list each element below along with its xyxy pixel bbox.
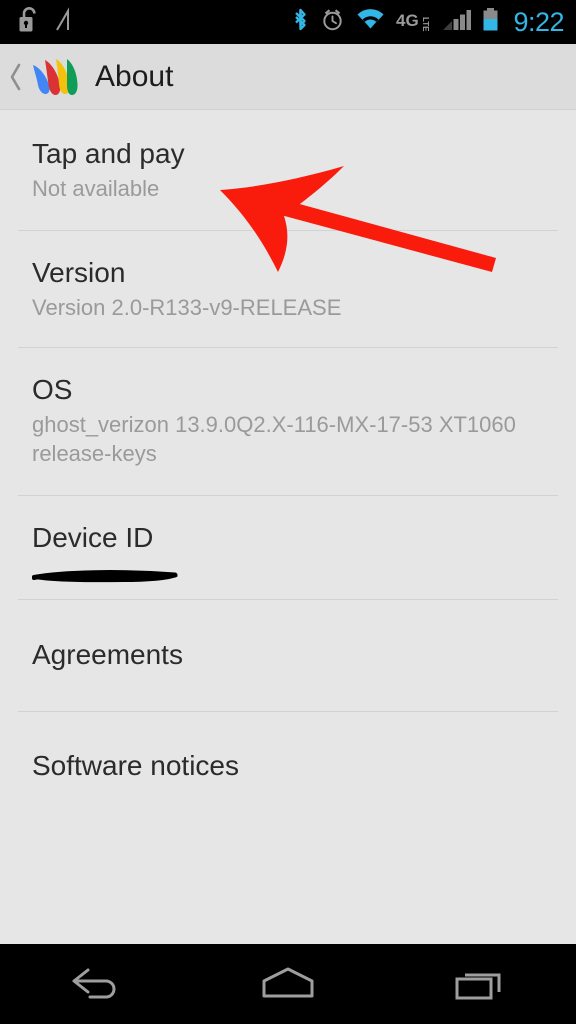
slash-indicator-icon (54, 6, 78, 38)
status-bar-clock: 9:22 (513, 6, 564, 37)
list-item-title: Agreements (32, 639, 183, 671)
list-item-device-id[interactable]: Device ID (0, 496, 576, 599)
list-item-title: Device ID (32, 521, 154, 553)
list-item-title: Software notices (32, 749, 239, 781)
bluetooth-icon (292, 7, 309, 38)
list-item-agreements[interactable]: Agreements (0, 600, 576, 710)
list-item-subtitle: Not available (32, 176, 160, 202)
svg-text:LTE: LTE (421, 17, 430, 32)
list-item-tap-and-pay[interactable]: Tap and pay Not available (0, 111, 576, 230)
action-bar: About (0, 44, 576, 110)
status-bar: 4G LTE 9:22 (0, 0, 576, 44)
svg-text:4G: 4G (396, 11, 419, 30)
list-item-title: OS (32, 374, 73, 406)
redaction-mark (32, 564, 180, 586)
about-list: Tap and pay Not available Version Versio… (0, 111, 576, 819)
navigation-bar (0, 944, 576, 1024)
battery-icon (482, 7, 499, 38)
back-chevron-icon[interactable] (0, 59, 24, 95)
list-item-title: Version (32, 256, 126, 288)
list-item-subtitle: Version 2.0-R133-v9-RELEASE (32, 294, 342, 320)
list-item-software-notices[interactable]: Software notices (0, 712, 576, 819)
unlocked-padlock-icon (18, 6, 40, 38)
google-wallet-logo[interactable] (25, 51, 81, 103)
phone-screen: 4G LTE 9:22 About Tap and pay Not availa… (0, 0, 576, 1024)
recents-nav-icon[interactable] (420, 944, 540, 1024)
page-title: About (95, 59, 174, 93)
list-item-subtitle: ghost_verizon 13.9.0Q2.X-116-MX-17-53 XT… (32, 412, 516, 466)
back-nav-icon[interactable] (36, 944, 156, 1024)
alarm-clock-icon (320, 7, 345, 38)
list-item-os[interactable]: OS ghost_verizon 13.9.0Q2.X-116-MX-17-53… (0, 348, 576, 495)
signal-bars-icon (441, 7, 472, 38)
home-nav-icon[interactable] (228, 944, 348, 1024)
status-bar-left-icons (0, 6, 78, 38)
list-item-title: Tap and pay (32, 138, 185, 169)
4g-lte-icon: 4G LTE (396, 10, 430, 34)
status-bar-right-icons: 4G LTE 9:22 (292, 7, 576, 38)
wifi-icon (356, 8, 385, 37)
list-item-version[interactable]: Version Version 2.0-R133-v9-RELEASE (0, 231, 576, 348)
